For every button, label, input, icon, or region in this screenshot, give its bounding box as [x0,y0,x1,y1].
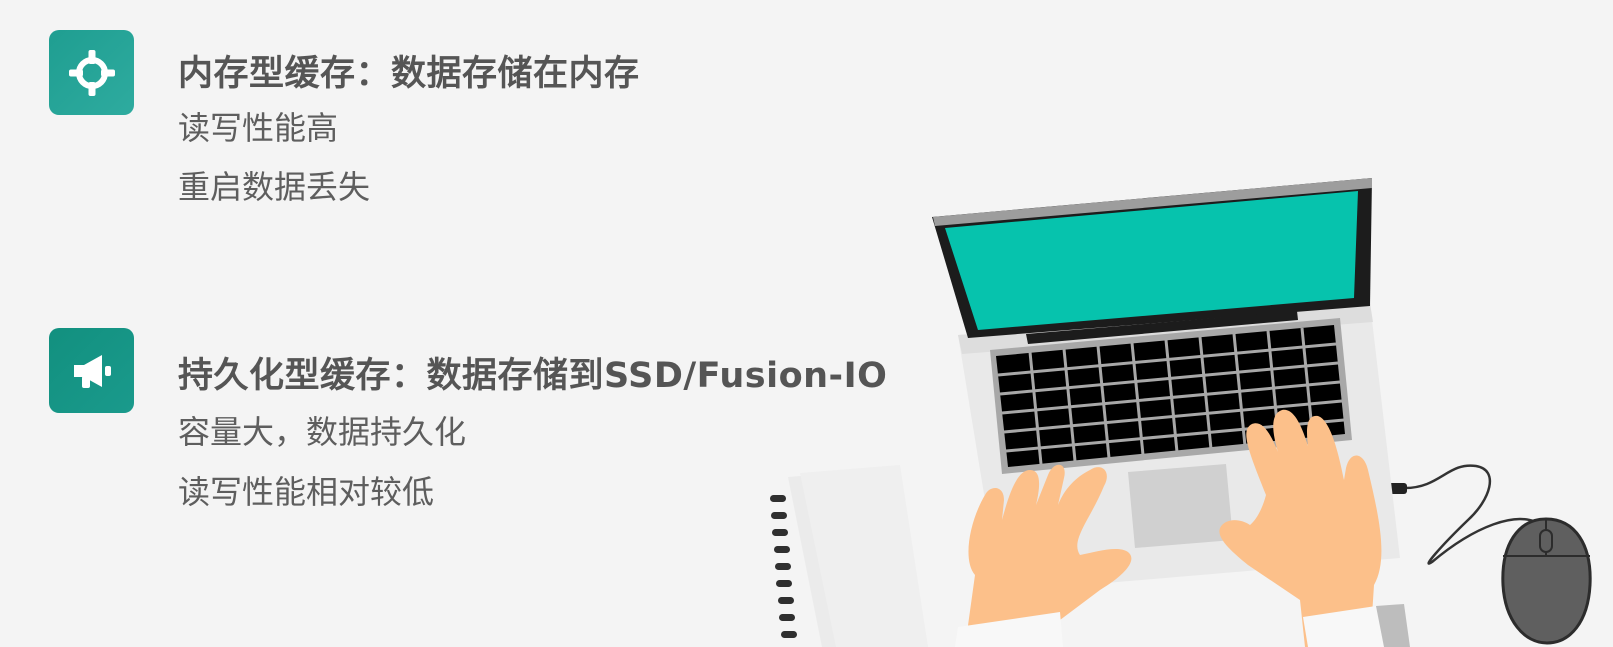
notebook-illustration [770,465,928,647]
laptop-illustration [770,178,1592,647]
mouse-illustration [1501,517,1592,645]
